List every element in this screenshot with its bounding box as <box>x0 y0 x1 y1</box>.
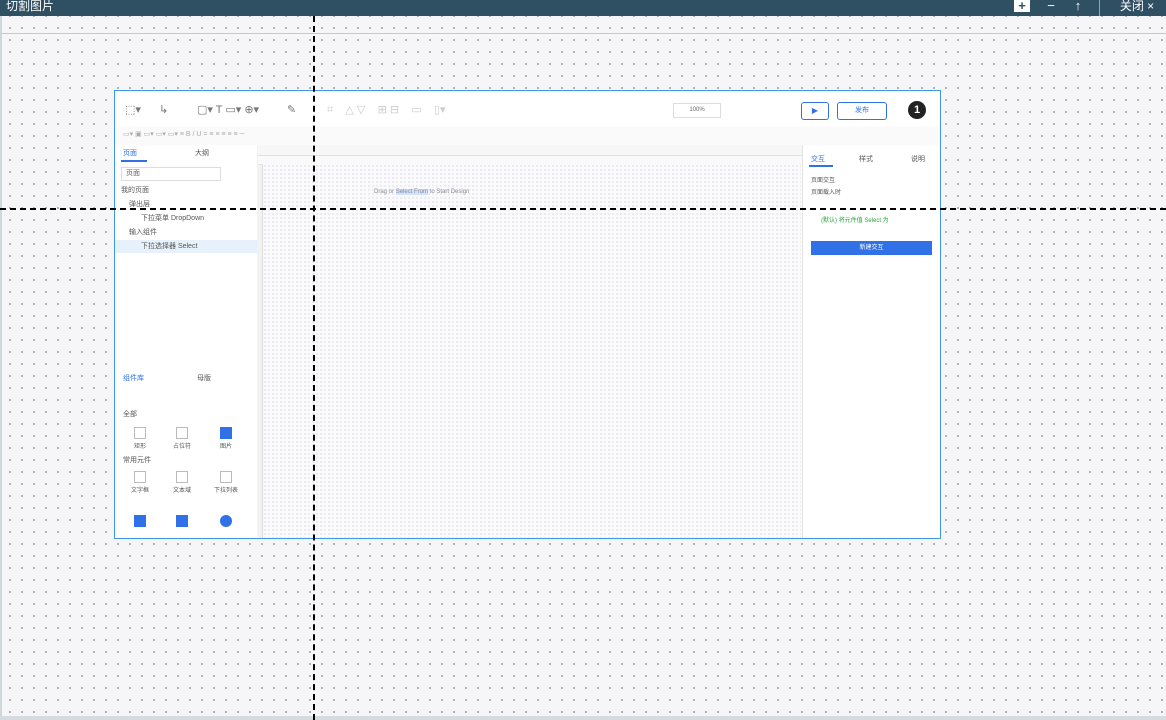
component-checkbox[interactable] <box>167 515 197 529</box>
crop-guide-vertical[interactable] <box>313 16 315 720</box>
component-image[interactable]: 图片 <box>211 427 241 450</box>
page-search-input[interactable]: 页面 <box>121 167 221 181</box>
component-label: 下拉列表 <box>213 488 238 494</box>
right-panel: 交互 样式 说明 页面交互 页面载入时 (默认) 将元件值 Select 为 新… <box>802 145 940 538</box>
tree-item-select[interactable]: 下拉选择器 Select <box>115 240 257 253</box>
component-group-label: 常用元件 <box>123 457 151 464</box>
component-label: 矩形 <box>133 444 146 450</box>
component-droplist[interactable]: 下拉列表 <box>211 471 241 494</box>
zoom-select[interactable]: 100% <box>673 103 721 118</box>
tab-pages[interactable]: 页面 <box>123 148 137 158</box>
component-placeholder[interactable]: 占位符 <box>167 427 197 450</box>
stage-bottom-edge <box>0 716 1166 720</box>
tab-masters[interactable]: 母版 <box>197 373 211 383</box>
component-label: 文字框 <box>130 488 149 494</box>
stage-left-edge <box>0 16 2 720</box>
format-controls-icon[interactable]: ▭▾ ▣ ▭▾ ▭▾ ▭▾ ≡ B / U = ≡ ≡ ≡ ≡ ≡ ─ <box>123 130 245 138</box>
component-section: 组件库 母版 全部 矩形 占位符 图片 常用元件 文字框 文本域 下拉列表 <box>115 369 257 538</box>
tab-notes[interactable]: 说明 <box>911 154 925 164</box>
select-tool-icon[interactable]: ⬚▾ <box>125 103 141 116</box>
publish-button[interactable]: 发布 <box>837 102 887 120</box>
guide-line-pink <box>0 33 1166 34</box>
component-label: 图片 <box>219 444 232 450</box>
component-rectangle[interactable]: 矩形 <box>125 427 155 450</box>
tree-item-input[interactable]: 输入组件 <box>129 227 157 237</box>
component-radio[interactable] <box>211 515 241 529</box>
crop-guide-horizontal[interactable] <box>0 208 1166 210</box>
title-separator <box>1099 0 1100 16</box>
action-set-value[interactable]: (默认) 将元件值 Select 为 <box>821 215 889 224</box>
close-button[interactable]: 关闭 × <box>1109 0 1165 16</box>
component-textbox[interactable]: 文字框 <box>125 471 155 494</box>
zoom-out-button[interactable]: − <box>1043 0 1059 16</box>
rotate-button[interactable]: ↑ <box>1070 0 1086 16</box>
connector-tool-icon[interactable]: ↳ <box>159 103 168 116</box>
tab-indicator <box>121 160 147 162</box>
component-textarea[interactable]: 文本域 <box>167 471 197 494</box>
main-toolbar: ⬚▾ ↳ ▢▾ T ▭▾ ⊕▾ ✎ ⌗ △ ▽ ⊞ ⊟ ▭ ▯▾ 100% ▶ … <box>115 91 940 128</box>
tab-style[interactable]: 样式 <box>859 154 873 164</box>
component-filter[interactable]: 全部 <box>123 409 137 419</box>
canvas-hint-text: to Start Design <box>428 189 470 195</box>
source-screenshot[interactable]: ⬚▾ ↳ ▢▾ T ▭▾ ⊕▾ ✎ ⌗ △ ▽ ⊞ ⊟ ▭ ▯▾ 100% ▶ … <box>114 90 941 539</box>
preview-button[interactable]: ▶ <box>801 102 829 120</box>
event-on-load[interactable]: 页面载入时 <box>811 187 841 196</box>
component-label: 文本域 <box>172 488 191 494</box>
user-avatar[interactable]: 1 <box>908 101 926 119</box>
align-tools-icon: ⌗ △ ▽ ⊞ ⊟ ▭ ▯▾ <box>327 104 446 116</box>
canvas-hint-text: Drag or <box>374 189 396 195</box>
title-bar: 切割图片 + − ↑ 关闭 × <box>0 0 1166 16</box>
canvas-hint-link[interactable]: Select From <box>395 189 429 195</box>
left-panel: 页面 大纲 页面 我的页面 弹出层 下拉菜单 DropDown 输入组件 下拉选… <box>115 145 258 538</box>
tree-item-dropdown[interactable]: 下拉菜单 DropDown <box>141 213 204 223</box>
new-interaction-button[interactable]: 新建交互 <box>811 241 932 255</box>
zoom-in-button[interactable]: + <box>1014 0 1030 12</box>
component-label: 占位符 <box>172 444 191 450</box>
pen-tool-icon[interactable]: ✎ <box>287 103 296 116</box>
tree-item-root[interactable]: 我的页面 <box>121 185 149 195</box>
component-listbox[interactable] <box>125 515 155 529</box>
tab-interaction[interactable]: 交互 <box>811 154 825 164</box>
tab-components[interactable]: 组件库 <box>123 373 144 383</box>
document-tabs <box>258 145 802 156</box>
rectangle-tool-icon[interactable]: ▢▾ T ▭▾ ⊕▾ <box>197 103 259 116</box>
canvas-hint: Drag or Select From to Start Design <box>374 189 469 195</box>
tab-outline[interactable]: 大纲 <box>195 148 209 158</box>
design-canvas[interactable] <box>263 164 801 538</box>
format-toolbar: ▭▾ ▣ ▭▾ ▭▾ ▭▾ ≡ B / U = ≡ ≡ ≡ ≡ ≡ ─ <box>115 127 940 146</box>
page-interaction-label: 页面交互 <box>811 178 836 184</box>
window-title: 切割图片 <box>6 0 55 13</box>
tab-indicator <box>809 165 833 167</box>
